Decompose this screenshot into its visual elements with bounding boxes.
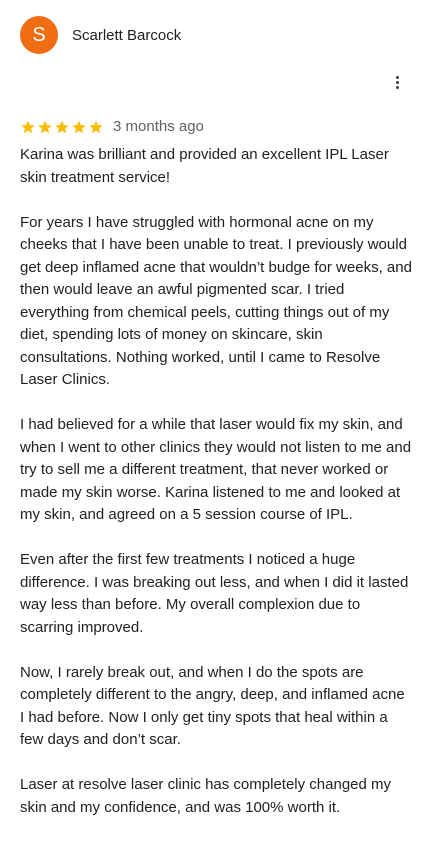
star-rating: [20, 119, 104, 135]
review-paragraph: Even after the first few treatments I no…: [20, 551, 409, 636]
star-icon: [55, 120, 69, 133]
star-icon: [21, 120, 35, 133]
review-paragraph: For years I have struggled with hormonal…: [20, 213, 412, 389]
review-paragraph: Now, I rarely break out, and when I do t…: [20, 663, 405, 749]
review-paragraph: Laser at resolve laser clinic has comple…: [20, 776, 392, 816]
rating-row: 3 months ago: [20, 118, 204, 135]
star-icon: [89, 120, 103, 133]
review-paragraph: I had believed for a while that laser wo…: [20, 416, 412, 523]
avatar[interactable]: S: [20, 16, 58, 54]
review-paragraph: Karina was brilliant and provided an exc…: [20, 146, 389, 186]
more-vert-icon-dot: [395, 85, 399, 89]
star-icon: [72, 120, 86, 133]
star-icon: [38, 120, 52, 133]
more-options-button[interactable]: [385, 70, 409, 94]
more-vert-icon-dot: [395, 80, 399, 84]
more-vert-icon: [395, 75, 399, 79]
review-time: 3 months ago: [113, 118, 204, 135]
review-header: S Scarlett Barcock: [20, 16, 181, 54]
reviewer-name[interactable]: Scarlett Barcock: [72, 27, 181, 44]
review-text: Karina was brilliant and provided an exc…: [20, 144, 412, 819]
